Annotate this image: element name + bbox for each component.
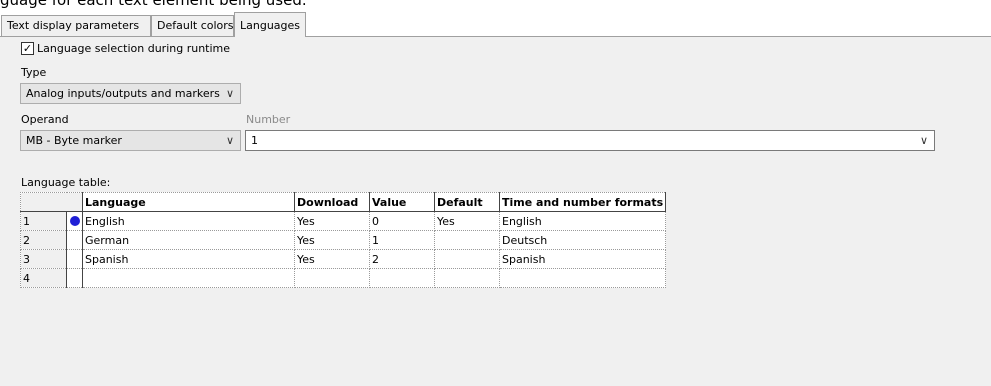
operand-dropdown[interactable]: MB - Byte marker ∨	[20, 130, 241, 151]
cell-default[interactable]	[434, 249, 500, 269]
row-indicator	[66, 249, 83, 269]
language-table-label: Language table:	[21, 176, 111, 189]
column-header-language[interactable]: Language	[82, 192, 295, 212]
cell-value[interactable]: 2	[369, 249, 435, 269]
language-table: Language Download Value Default Time and…	[20, 192, 667, 288]
tab-strip: Text display parameters Default colors L…	[0, 12, 991, 37]
table-row[interactable]: 3 Spanish Yes 2 Spanish	[20, 249, 667, 269]
cell-time-number-format[interactable]: Spanish	[498, 249, 667, 269]
number-label: Number	[246, 113, 291, 126]
cell-value[interactable]: 1	[369, 230, 435, 250]
column-header-default[interactable]: Default	[434, 192, 500, 212]
cell-time-number-format[interactable]	[498, 268, 667, 288]
chevron-down-icon: ∨	[225, 134, 234, 147]
chevron-down-icon: ∨	[225, 87, 234, 100]
cell-language[interactable]: Spanish	[82, 249, 295, 269]
cell-default[interactable]	[434, 268, 500, 288]
type-value: Analog inputs/outputs and markers	[26, 87, 220, 100]
column-header-value[interactable]: Value	[369, 192, 435, 212]
cell-default[interactable]	[434, 230, 500, 250]
number-value: 1	[251, 134, 258, 147]
cell-language[interactable]: English	[82, 211, 295, 231]
type-label: Type	[21, 66, 47, 79]
cell-default[interactable]: Yes	[434, 211, 500, 231]
cell-download[interactable]: Yes	[294, 230, 370, 250]
tab-default-colors[interactable]: Default colors	[151, 15, 234, 36]
table-row[interactable]: 2 German Yes 1 Deutsch	[20, 230, 667, 250]
operand-label: Operand	[21, 113, 69, 126]
help-text-line: guage for each text element being used.	[0, 0, 307, 9]
cell-language[interactable]: German	[82, 230, 295, 250]
cell-value[interactable]: 0	[369, 211, 435, 231]
runtime-language-checkbox[interactable]: ✓	[21, 41, 34, 55]
row-number[interactable]: 1	[20, 211, 67, 231]
tab-text-display-parameters[interactable]: Text display parameters	[1, 15, 151, 36]
type-dropdown[interactable]: Analog inputs/outputs and markers ∨	[20, 83, 241, 104]
runtime-language-label: Language selection during runtime	[37, 41, 231, 55]
row-indicator	[66, 211, 83, 231]
row-number[interactable]: 3	[20, 249, 67, 269]
cell-time-number-format[interactable]: English	[498, 211, 667, 231]
number-dropdown[interactable]: 1 ∨	[245, 130, 935, 151]
cell-time-number-format[interactable]: Deutsch	[498, 230, 667, 250]
row-indicator	[66, 268, 83, 288]
runtime-language-checkbox-row[interactable]: ✓ Language selection during runtime	[21, 41, 230, 55]
cell-download[interactable]: Yes	[294, 249, 370, 269]
chevron-down-icon: ∨	[919, 134, 928, 147]
operand-value: MB - Byte marker	[26, 134, 122, 147]
column-header-time-number-formats[interactable]: Time and number formats	[498, 192, 667, 212]
check-icon: ✓	[22, 41, 33, 55]
tab-languages[interactable]: Languages	[234, 12, 306, 37]
cell-language[interactable]	[82, 268, 295, 288]
cell-download[interactable]	[294, 268, 370, 288]
languages-panel: ✓ Language selection during runtime Type…	[0, 37, 991, 386]
active-language-dot-icon	[69, 216, 80, 226]
row-indicator	[66, 230, 83, 250]
table-row[interactable]: 1 English Yes 0 Yes English	[20, 211, 667, 231]
row-number[interactable]: 4	[20, 268, 67, 288]
column-header-download[interactable]: Download	[294, 192, 370, 212]
table-corner	[20, 192, 83, 212]
row-number[interactable]: 2	[20, 230, 67, 250]
cell-download[interactable]: Yes	[294, 211, 370, 231]
cell-value[interactable]	[369, 268, 435, 288]
table-row[interactable]: 4	[20, 268, 667, 288]
table-header-row: Language Download Value Default Time and…	[20, 192, 667, 212]
